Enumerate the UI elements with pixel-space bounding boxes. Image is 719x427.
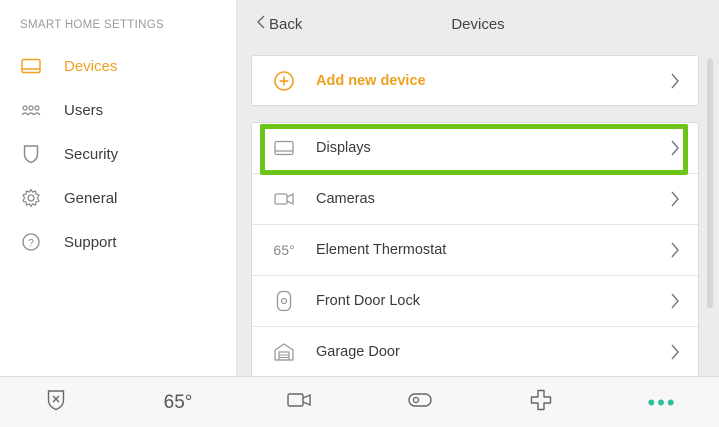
camera-icon <box>272 187 296 211</box>
sidebar: SMART HOME SETTINGS Devices Users Securi… <box>0 0 236 376</box>
camera-button[interactable] <box>269 377 329 427</box>
sidebar-item-security[interactable]: Security <box>0 134 236 174</box>
shield-x-icon <box>47 389 65 416</box>
security-shield-button[interactable] <box>26 377 86 427</box>
thermostat-temp-text: 65° <box>273 242 295 258</box>
users-icon <box>20 99 42 121</box>
chevron-right-icon <box>670 241 680 259</box>
garage-icon <box>272 340 296 364</box>
device-row-displays[interactable]: Displays <box>252 123 698 173</box>
camera-icon <box>287 392 311 413</box>
puzzle-cross-icon <box>530 389 552 416</box>
sidebar-item-devices[interactable]: Devices <box>0 46 236 86</box>
toggle-icon <box>408 393 432 412</box>
device-row-element-thermostat[interactable]: 65° Element Thermostat <box>252 225 698 275</box>
device-label: Front Door Lock <box>316 293 420 309</box>
lock-icon <box>272 289 296 313</box>
sidebar-item-label: Support <box>64 233 117 251</box>
device-label: Cameras <box>316 191 375 207</box>
sidebar-item-support[interactable]: ? Support <box>0 222 236 262</box>
device-list: Displays Cameras 65° Element Thermostat <box>251 122 699 382</box>
device-row-cameras[interactable]: Cameras <box>252 174 698 224</box>
bottom-bar: 65° ••• <box>0 376 719 427</box>
chevron-right-icon <box>670 190 680 208</box>
chevron-right-icon <box>670 139 680 157</box>
sidebar-heading: SMART HOME SETTINGS <box>20 19 164 31</box>
top-bar: Back Devices <box>237 0 719 50</box>
chevron-right-icon <box>670 72 680 90</box>
scenes-button[interactable] <box>511 377 571 427</box>
sidebar-item-users[interactable]: Users <box>0 90 236 130</box>
page-title: Devices <box>451 16 505 33</box>
device-label: Element Thermostat <box>316 242 447 258</box>
sidebar-item-general[interactable]: General <box>0 178 236 218</box>
question-circle-icon: ? <box>20 231 42 253</box>
toggle-button[interactable] <box>390 377 450 427</box>
device-row-front-door-lock[interactable]: Front Door Lock <box>252 276 698 326</box>
plus-circle-icon <box>272 69 296 93</box>
sidebar-item-label: Users <box>64 101 104 119</box>
chevron-right-icon <box>670 343 680 361</box>
display-icon <box>272 136 296 160</box>
sidebar-item-label: General <box>64 189 118 207</box>
display-icon <box>20 55 42 77</box>
device-row-garage-door[interactable]: Garage Door <box>252 327 698 377</box>
svg-text:?: ? <box>28 238 34 249</box>
device-label: Garage Door <box>316 344 400 360</box>
sidebar-item-label: Security <box>64 145 119 163</box>
gear-icon <box>20 187 42 209</box>
scrollbar[interactable] <box>707 58 713 308</box>
main-panel: Back Devices Add new device Displays Cam… <box>237 0 719 382</box>
temperature-readout: 65° <box>163 391 193 413</box>
chevron-right-icon <box>670 292 680 310</box>
add-device-label: Add new device <box>316 73 426 89</box>
sidebar-item-label: Devices <box>64 57 118 75</box>
device-label: Displays <box>316 140 371 156</box>
add-device-card: Add new device <box>251 55 699 106</box>
shield-icon <box>20 143 42 165</box>
more-button[interactable]: ••• <box>632 377 692 427</box>
thermostat-button[interactable]: 65° <box>148 377 208 427</box>
add-new-device-button[interactable]: Add new device <box>252 56 698 106</box>
more-dots-icon: ••• <box>647 389 677 415</box>
